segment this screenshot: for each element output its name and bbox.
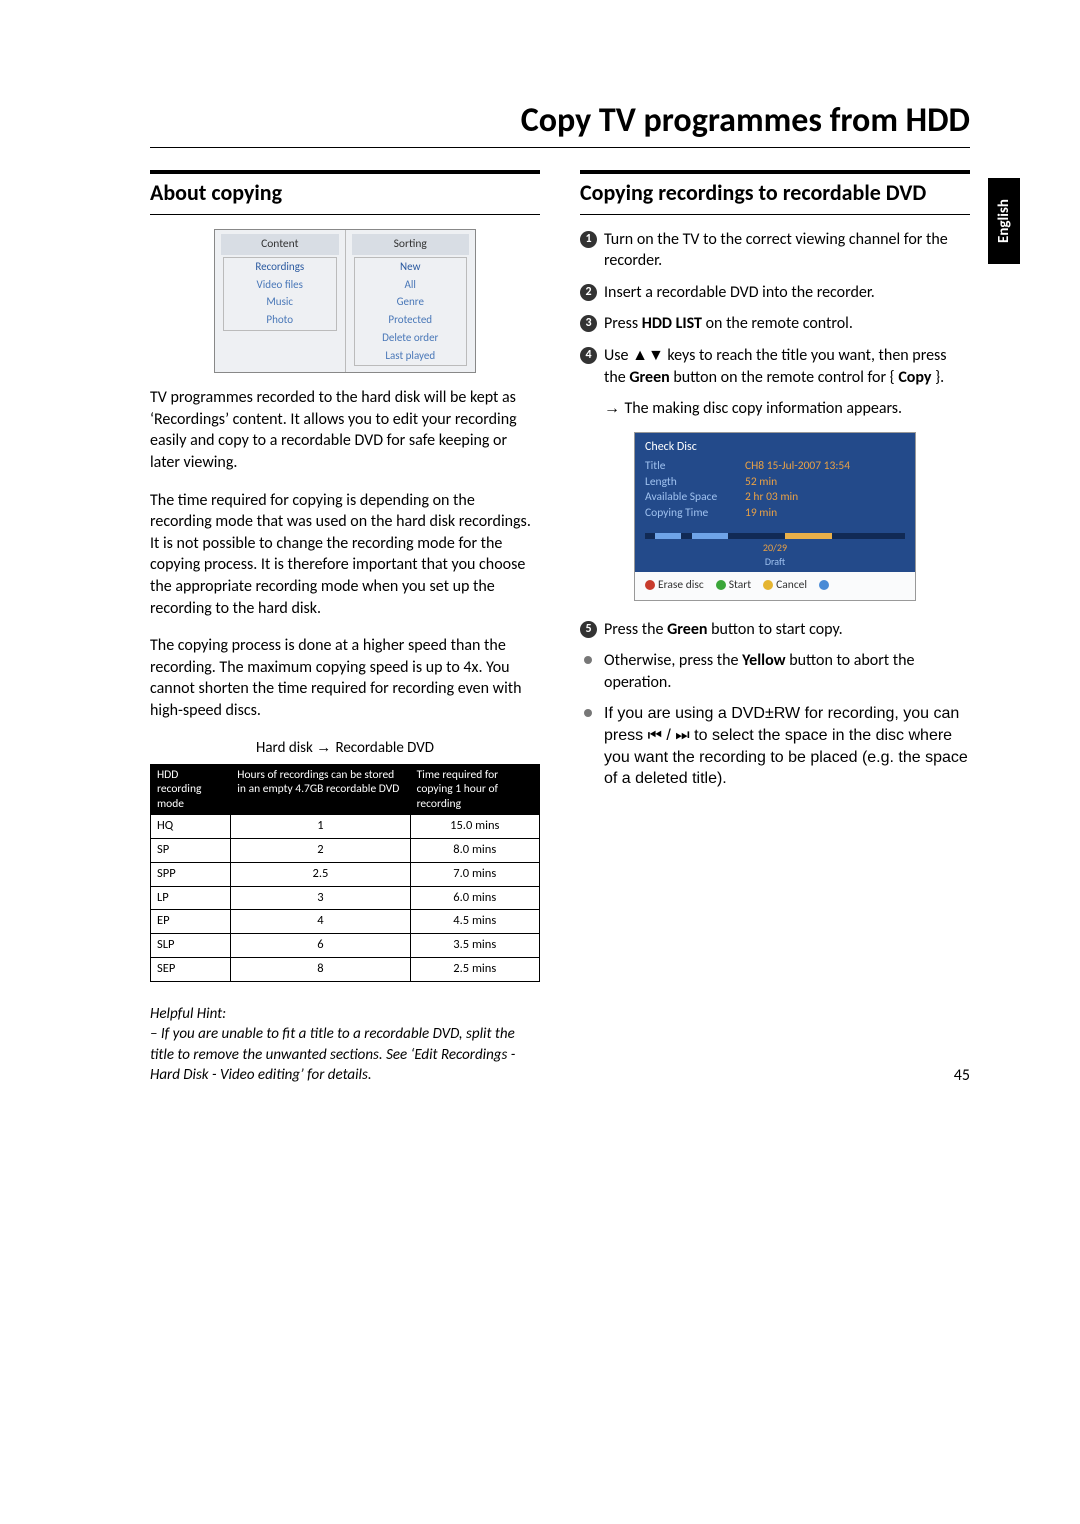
step-number-icon: 2 <box>580 284 597 301</box>
table-cell: EP <box>151 910 231 934</box>
table-cell: SEP <box>151 958 231 982</box>
table-cell: SPP <box>151 862 231 886</box>
table-caption: Hard disk → Recordable DVD <box>150 738 540 758</box>
helpful-hint: Helpful Hint: – If you are unable to fit… <box>150 1004 540 1085</box>
arrow-icon: → <box>316 739 335 756</box>
language-tab: English <box>988 178 1020 264</box>
table-row: EP44.5 mins <box>151 910 540 934</box>
table-header: Hours of recordings can be stored in an … <box>231 764 410 814</box>
step-text: Press HDD LIST on the remote control. <box>604 314 853 333</box>
yellow-dot-icon <box>763 580 773 590</box>
table-row: SLP63.5 mins <box>151 934 540 958</box>
table-row: SEP82.5 mins <box>151 958 540 982</box>
table-cell: 8.0 mins <box>410 838 539 862</box>
checkdisc-title: Check Disc <box>645 439 905 455</box>
table-cell: 6 <box>231 934 410 958</box>
paragraph: TV programmes recorded to the hard disk … <box>150 387 540 473</box>
column-left: About copying Content Recordings Video f… <box>150 170 540 1085</box>
heading-about-copying: About copying <box>150 170 540 215</box>
disc-space-bar <box>645 533 905 539</box>
menu-item: Protected <box>355 312 467 330</box>
page-title: Copy TV programmes from HDD <box>150 100 970 141</box>
heading-copy-to-dvd: Copying recordings to recordable DVD <box>580 170 970 215</box>
menu-item: Genre <box>355 294 467 312</box>
check-disc-screenshot: Check Disc TitleCH8 15-Jul-2007 13:54 Le… <box>634 432 916 601</box>
table-cell: 8 <box>231 958 410 982</box>
step-text: Use ▲▼ keys to reach the title you want,… <box>604 346 947 387</box>
step-text: Press the Green button to start copy. <box>604 620 843 639</box>
step-number-icon: 4 <box>580 347 597 364</box>
menu-item: All <box>355 276 467 294</box>
result-arrow-text: The making disc copy information appears… <box>580 398 970 420</box>
table-cell: 7.0 mins <box>410 862 539 886</box>
green-dot-icon <box>716 580 726 590</box>
table-cell: 2.5 <box>231 862 410 886</box>
table-cell: 2.5 mins <box>410 958 539 982</box>
bullet-text: If you are using a DVD±RW for recording,… <box>580 703 970 789</box>
column-right: Copying recordings to recordable DVD 1 T… <box>580 170 970 1085</box>
step-text: Insert a recordable DVD into the recorde… <box>604 283 875 302</box>
table-cell: SLP <box>151 934 231 958</box>
table-row: LP36.0 mins <box>151 886 540 910</box>
table-cell: 6.0 mins <box>410 886 539 910</box>
hint-body: – If you are unable to fit a title to a … <box>150 1024 540 1085</box>
step-text: Turn on the TV to the correct viewing ch… <box>604 230 948 271</box>
table-cell: 15.0 mins <box>410 814 539 838</box>
table-row: SPP2.57.0 mins <box>151 862 540 886</box>
menu-item: Music <box>224 294 336 312</box>
paragraph: The copying process is done at a higher … <box>150 635 540 721</box>
checkdisc-legend: Erase disc Start Cancel <box>635 572 915 600</box>
step-2: 2 Insert a recordable DVD into the recor… <box>580 282 970 304</box>
menu-item: New <box>355 258 467 276</box>
copy-speed-table: HDD recording mode Hours of recordings c… <box>150 764 540 982</box>
step-5: 5 Press the Green button to start copy. <box>580 619 970 641</box>
step-number-icon: 3 <box>580 315 597 332</box>
menu-screenshot: Content Recordings Video files Music Pho… <box>214 229 476 374</box>
table-cell: 1 <box>231 814 410 838</box>
menu-item: Photo <box>224 312 336 330</box>
table-cell: 2 <box>231 838 410 862</box>
menu-header-sorting: Sorting <box>352 234 470 256</box>
menu-header-content: Content <box>221 234 339 256</box>
page-number: 45 <box>954 1066 970 1085</box>
step-4: 4 Use ▲▼ keys to reach the title you wan… <box>580 345 970 388</box>
step-number-icon: 5 <box>580 621 597 638</box>
hint-label: Helpful Hint: <box>150 1004 540 1024</box>
table-cell: LP <box>151 886 231 910</box>
table-row: HQ115.0 mins <box>151 814 540 838</box>
table-header: Time required for copying 1 hour of reco… <box>410 764 539 814</box>
table-cell: SP <box>151 838 231 862</box>
menu-item: Delete order <box>355 330 467 348</box>
red-dot-icon <box>645 580 655 590</box>
table-cell: 4 <box>231 910 410 934</box>
table-cell: 3 <box>231 886 410 910</box>
step-1: 1 Turn on the TV to the correct viewing … <box>580 229 970 272</box>
menu-item: Video files <box>224 276 336 294</box>
table-cell: HQ <box>151 814 231 838</box>
title-rule <box>150 147 970 148</box>
table-row: SP28.0 mins <box>151 838 540 862</box>
table-cell: 3.5 mins <box>410 934 539 958</box>
paragraph: The time required for copying is dependi… <box>150 490 540 620</box>
blue-dot-icon <box>819 580 829 590</box>
step-3: 3 Press HDD LIST on the remote control. <box>580 313 970 335</box>
table-header: HDD recording mode <box>151 764 231 814</box>
step-number-icon: 1 <box>580 231 597 248</box>
menu-item: Recordings <box>224 258 336 276</box>
table-cell: 4.5 mins <box>410 910 539 934</box>
bullet-text: Otherwise, press the Yellow button to ab… <box>580 650 970 693</box>
menu-item: Last played <box>355 347 467 365</box>
